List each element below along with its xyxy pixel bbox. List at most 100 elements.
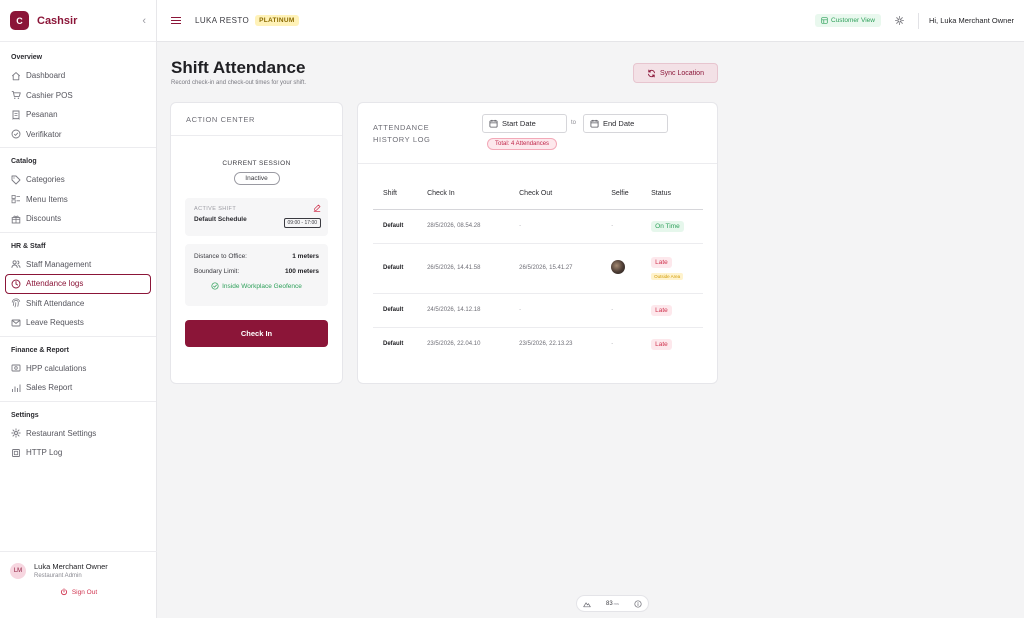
tier-badge: PLATINUM (255, 15, 299, 26)
total-attendances-badge: Total: 4 Attendances (487, 138, 558, 150)
end-date-input[interactable]: End Date (583, 114, 668, 133)
table-row: Default 24/5/2026, 14.12.18 - - Late (373, 293, 703, 328)
table-row: Default 28/5/2026, 08.54.28 - - On Time (373, 209, 703, 244)
sidebar-item-pesanan[interactable]: Pesanan (5, 105, 151, 125)
sidebar-item-categories[interactable]: Categories (5, 170, 151, 190)
nav-section-title: Overview (11, 54, 43, 61)
cell-check-in: 24/5/2026, 14.12.18 (417, 293, 510, 328)
table-row: Default 26/5/2026, 14.41.58 26/5/2026, 1… (373, 243, 703, 294)
edit-icon[interactable] (313, 204, 321, 212)
sidebar-item-label: Menu Items (26, 194, 68, 204)
check-circle-icon (11, 129, 21, 139)
sidebar-item-label: Attendance logs (26, 279, 84, 289)
sidebar-item-cashier-pos[interactable]: Cashier POS (5, 86, 151, 106)
sidebar-item-dashboard[interactable]: Dashboard (5, 66, 151, 86)
sidebar-item-leave-requests[interactable]: Leave Requests (5, 313, 151, 333)
cell-shift: Default (373, 293, 418, 328)
check-in-button[interactable]: Check In (185, 320, 328, 347)
sidebar-item-label: Verifikator (26, 129, 62, 139)
cell-selfie: - (601, 209, 642, 244)
date-range-to: to (571, 120, 577, 126)
avatar: LM (10, 562, 26, 579)
sidebar-item-label: Categories (26, 175, 65, 185)
boundary-value: 100 meters (285, 268, 319, 275)
sidebar-item-attendance-logs[interactable]: Attendance logs (5, 274, 151, 294)
sign-out-button[interactable]: Sign Out (0, 588, 157, 596)
cell-shift: Default (373, 209, 418, 244)
collapse-sidebar-icon[interactable]: ‹ (142, 15, 146, 27)
sidebar-item-label: Pesanan (26, 110, 58, 120)
cell-check-out: - (509, 293, 602, 328)
mail-icon (11, 318, 21, 328)
customer-view-button[interactable]: Customer View (815, 14, 881, 27)
session-status-badge: Inactive (233, 172, 280, 185)
distance-value: 1 meters (292, 253, 319, 260)
table-row: Default 23/5/2026, 22.04.10 23/5/2026, 2… (373, 327, 703, 361)
theme-toggle-icon[interactable] (895, 16, 904, 25)
status-badge: Late (651, 256, 672, 268)
user-name: Luka Merchant Owner (34, 562, 108, 571)
cell-selfie: - (601, 293, 642, 328)
clock-icon (11, 279, 21, 289)
cell-selfie (601, 243, 642, 294)
action-center-card: ACTION CENTER CURRENT SESSION Inactive A… (170, 102, 343, 384)
brand-name[interactable]: Cashsir (37, 15, 77, 27)
gift-icon (11, 214, 21, 224)
gear-icon (11, 428, 21, 438)
cell-check-out: 23/5/2026, 22.13.23 (519, 341, 573, 348)
status-badge: Late (651, 304, 672, 316)
sidebar-item-verifikator[interactable]: Verifikator (5, 125, 151, 145)
user-profile[interactable]: LM Luka Merchant Owner Restaurant Admin (0, 552, 157, 579)
history-title: ATTENDANCE HISTORY LOG (373, 123, 431, 144)
perf-readout: 83ms (606, 601, 619, 607)
sidebar-nav: Overview Dashboard Cashier POS Pesanan Verif… (0, 42, 156, 463)
sync-location-button[interactable]: Sync Location (633, 63, 718, 83)
cell-status: Late Outside Area (641, 243, 703, 294)
attendance-table: Shift Check In Check Out Selfie Status D… (373, 179, 703, 361)
sidebar-item-label: Staff Management (26, 259, 92, 269)
boundary-label: Boundary Limit: (194, 268, 240, 275)
current-session-label: CURRENT SESSION (222, 160, 291, 167)
perf-value: 83 (605, 600, 613, 607)
calendar-icon (590, 119, 599, 128)
sidebar-item-sales-report[interactable]: Sales Report (5, 378, 151, 398)
user-role: Restaurant Admin (34, 573, 82, 579)
sidebar: C Cashsir ‹ Overview Dashboard Cashier POS… (0, 0, 157, 618)
hamburger-menu-icon[interactable] (171, 16, 181, 25)
brand-logo[interactable]: C (10, 11, 29, 30)
performance-pill[interactable]: 83ms (576, 595, 649, 612)
perf-unit: ms (613, 600, 620, 606)
sidebar-item-staff-management[interactable]: Staff Management (5, 255, 151, 275)
outside-area-badge: Outside Area (651, 272, 684, 280)
geofence-status: Inside Workplace Geofence (194, 282, 319, 290)
info-icon[interactable] (634, 599, 642, 608)
cell-shift: Default (383, 341, 404, 348)
nav-divider (0, 400, 156, 402)
active-shift-box: ACTIVE SHIFT Default Schedule 09:00 - 17… (185, 198, 328, 236)
sidebar-item-menu-items[interactable]: Menu Items (5, 190, 151, 210)
sidebar-item-restaurant-settings[interactable]: Restaurant Settings (5, 424, 151, 444)
sidebar-item-label: HTTP Log (26, 448, 63, 458)
col-status: Status (641, 179, 703, 210)
sidebar-item-label: Sales Report (26, 383, 73, 393)
selfie-thumbnail[interactable] (611, 260, 626, 274)
sync-location-label: Sync Location (660, 69, 704, 77)
cell-check-in: 26/5/2026, 14.41.58 (417, 243, 510, 294)
sidebar-item-http-log[interactable]: HTTP Log (5, 443, 151, 463)
col-check-out: Check Out (509, 179, 602, 210)
nav-section-title: Finance & Report (11, 346, 69, 354)
check-circle-icon (211, 282, 219, 290)
page-title: Shift Attendance (171, 58, 306, 77)
active-shift-label: ACTIVE SHIFT (194, 206, 237, 212)
start-date-input[interactable]: Start Date (482, 114, 567, 133)
sidebar-item-discounts[interactable]: Discounts (5, 209, 151, 229)
action-center-title: ACTION CENTER (171, 103, 342, 136)
cell-status: On Time (641, 209, 703, 244)
col-shift: Shift (373, 179, 418, 210)
nav-section-title: Catalog (11, 158, 37, 165)
menu-icon (11, 194, 21, 204)
distance-label: Distance to Office: (194, 253, 247, 260)
sidebar-item-hpp-calculations[interactable]: HPP calculations (5, 359, 151, 379)
sidebar-item-shift-attendance[interactable]: Shift Attendance (5, 294, 151, 314)
user-greeting[interactable]: Hi, Luka Merchant Owner (929, 16, 1014, 25)
